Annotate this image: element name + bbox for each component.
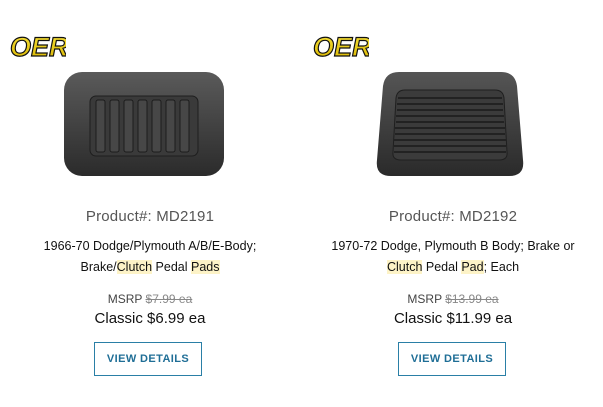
msrp-price: MSRP $7.99 ea: [107, 292, 193, 306]
msrp-price: MSRP $13.99 ea: [407, 292, 499, 306]
product-description[interactable]: 1966-70 Dodge/Plymouth A/B/E-Body; Brake…: [20, 236, 280, 278]
classic-price: Classic $6.99 ea: [94, 310, 206, 327]
rectangular-pedal-pad-icon: [64, 72, 224, 176]
product-card: OER Product#: MD2192 1970-72 Dodge, Plym…: [303, 0, 603, 407]
svg-text:OER: OER: [313, 32, 369, 62]
product-card: OER Product#: MD2191 1966-70 Dodge/Plymo…: [0, 0, 300, 407]
oer-logo: OER: [311, 30, 369, 62]
product-description[interactable]: 1970-72 Dodge, Plymouth B Body; Brake or…: [323, 236, 583, 278]
oer-logo: OER: [8, 30, 66, 62]
product-image[interactable]: [375, 68, 539, 180]
classic-price: Classic $11.99 ea: [393, 310, 513, 327]
view-details-button[interactable]: VIEW DETAILS: [398, 342, 506, 376]
msrp-value: $13.99 ea: [445, 292, 499, 306]
product-number: Product#: MD2192: [388, 208, 518, 225]
product-image[interactable]: [62, 68, 226, 180]
trapezoid-pedal-pad-icon: [376, 72, 524, 176]
svg-text:OER: OER: [10, 32, 66, 62]
product-number: Product#: MD2191: [85, 208, 215, 225]
msrp-value: $7.99 ea: [145, 292, 193, 306]
view-details-button[interactable]: VIEW DETAILS: [94, 342, 202, 376]
